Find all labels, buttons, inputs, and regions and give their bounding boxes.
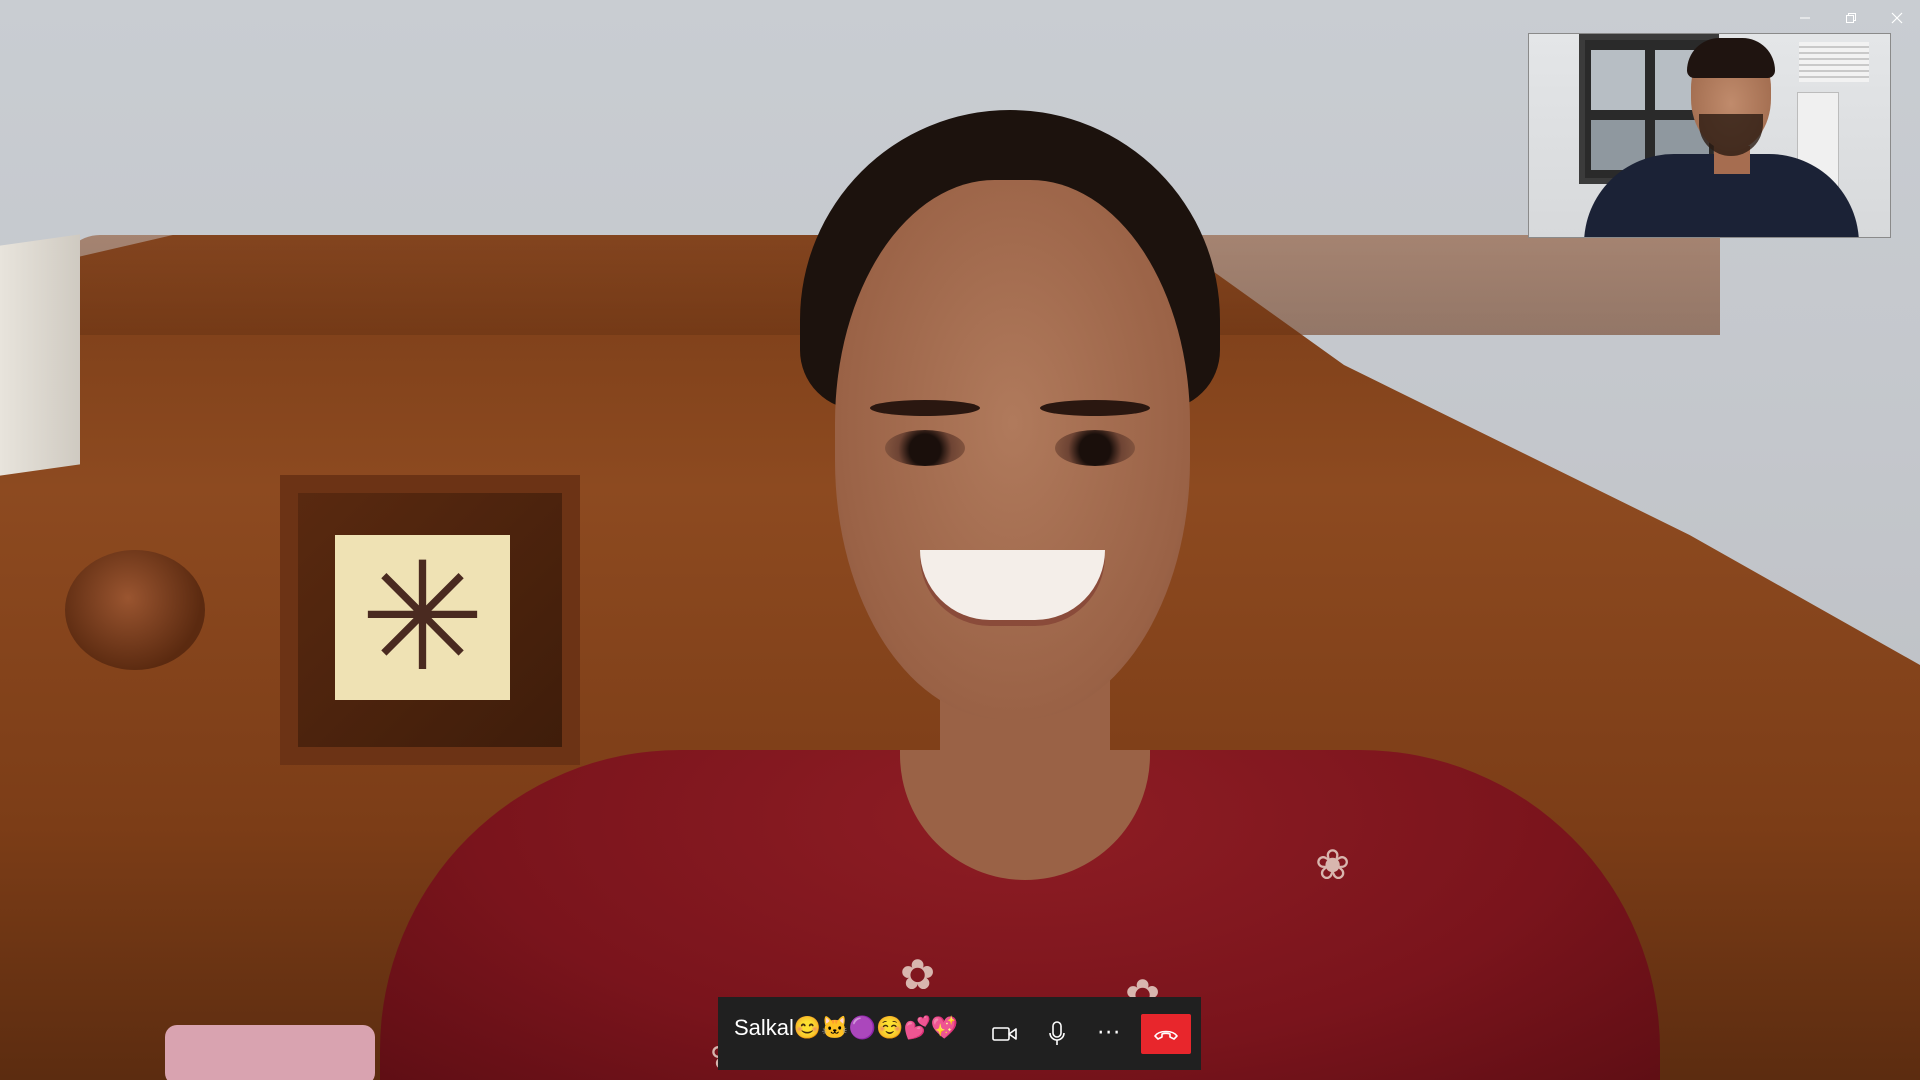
self-video-preview[interactable] [1528,33,1891,238]
minimize-icon [1800,17,1810,19]
shirt-embroidery: ❀ [1315,840,1351,889]
call-toolbar: Salkal😊🐱🟣☺️💕💖 ··· [718,997,1201,1070]
caller-name: Salkal😊🐱🟣☺️💕💖 [734,1014,959,1040]
restore-icon [1846,13,1856,23]
participant-brow [1040,400,1150,416]
background-cloth [0,234,80,476]
video-camera-icon [992,1026,1018,1041]
close-button[interactable] [1874,0,1920,36]
more-options-button[interactable]: ··· [1083,1009,1135,1059]
microphone-icon [1049,1020,1066,1045]
self-participant-hair [1687,38,1775,78]
more-options-icon: ··· [1097,1020,1122,1046]
background-pillow [165,1025,375,1080]
video-call-window: ✳ ✿ ❀ ✿ ❀ [0,0,1920,1080]
minimize-button[interactable] [1782,0,1828,36]
video-toggle-button[interactable] [979,1009,1031,1059]
participant-brow [870,400,980,416]
end-call-button[interactable] [1141,1013,1192,1054]
shirt-embroidery: ✿ [900,950,936,999]
self-view-air-conditioner [1799,42,1869,82]
participant-eye [1055,430,1135,466]
participant-eye [885,430,965,466]
window-controls [1782,0,1920,36]
background-knob [65,550,205,670]
restore-button[interactable] [1828,0,1874,36]
remote-participant: ✿ ❀ ✿ ❀ [380,110,1660,1080]
microphone-toggle-button[interactable] [1031,1009,1083,1059]
hang-up-icon [1154,1030,1178,1040]
close-icon [1891,12,1903,24]
